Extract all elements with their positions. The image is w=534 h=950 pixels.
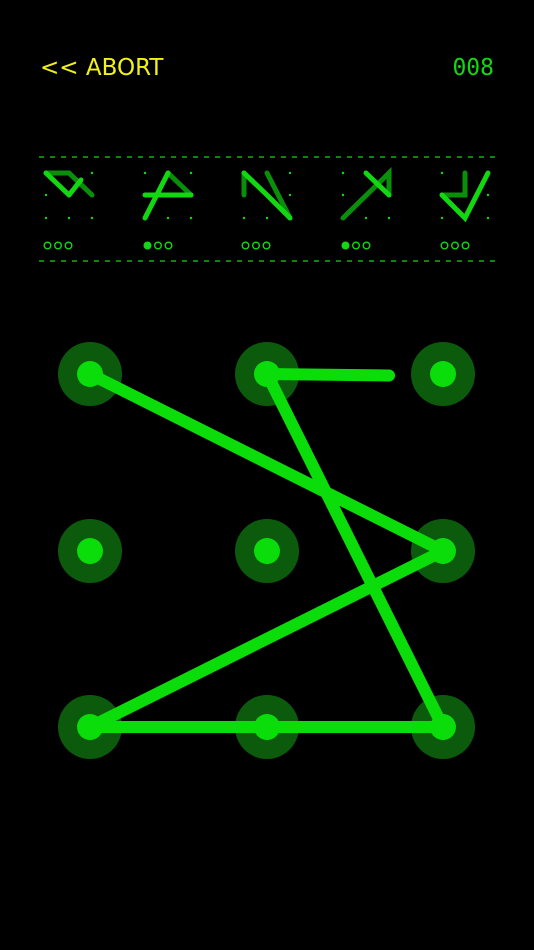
sequence-progress [43, 241, 470, 250]
progress-dot [54, 241, 63, 250]
game-canvas [39, 156, 495, 759]
pattern-grid[interactable] [58, 342, 475, 759]
progress-dot [143, 241, 152, 250]
progress-dot [153, 241, 162, 250]
progress-dot [362, 241, 371, 250]
progress-dot [262, 241, 271, 250]
pattern-drag-tail [261, 368, 395, 382]
sequence-glyph-3 [241, 170, 293, 221]
pattern-node-core [254, 361, 280, 387]
progress-dot [164, 241, 173, 250]
progress-dot [440, 241, 449, 250]
progress-dot [64, 241, 73, 250]
pattern-node-core [254, 714, 280, 740]
progress-dot [341, 241, 350, 250]
pattern-node-core [430, 361, 456, 387]
sequence-glyph-2 [142, 170, 194, 221]
progress-dot [251, 241, 260, 250]
sequence-strip [39, 156, 495, 262]
pattern-node-core [77, 714, 103, 740]
progress-dot [241, 241, 250, 250]
sequence-glyph-5 [439, 170, 491, 223]
progress-dot [43, 241, 52, 250]
pattern-node-core [430, 538, 456, 564]
pattern-node-core [77, 538, 103, 564]
pattern-node-core [254, 538, 280, 564]
sequence-glyph-4 [340, 167, 392, 221]
sequence-glyph-1 [43, 170, 95, 220]
pattern-node-core [430, 714, 456, 740]
progress-dot [461, 241, 470, 250]
progress-dot [352, 241, 361, 250]
progress-dot [451, 241, 460, 250]
pattern-node-core [77, 361, 103, 387]
